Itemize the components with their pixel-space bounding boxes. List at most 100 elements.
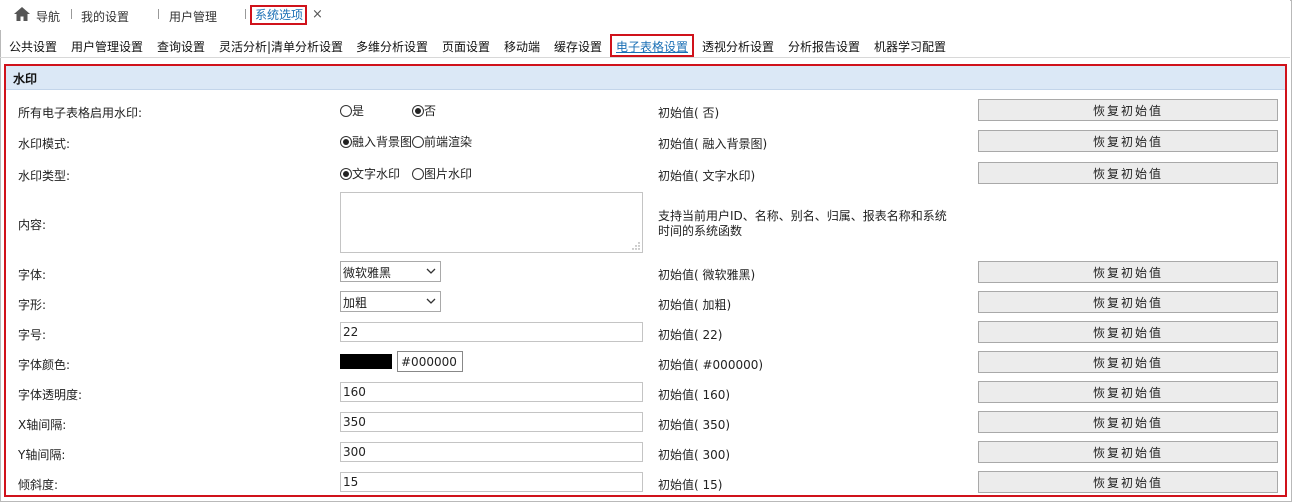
top-navigation-bar: 导航 我的设置 用户管理 系统选项 × [0,0,1290,30]
radio-dot-selected [412,105,424,117]
reset-button[interactable]: 恢复初始值 [978,441,1278,463]
row-font-size: 字号: 初始值( 22) 恢复初始值 [6,319,1285,349]
watermark-panel: 水印 所有电子表格启用水印: 是 否 初始值( 否) 恢复初始值 水印模式: 融… [4,64,1287,497]
label-content: 内容: [18,218,47,232]
chevron-down-icon [426,268,436,274]
chevron-down-icon [426,298,436,304]
radio-text-label: 文字水印 [352,167,401,181]
label-enable-watermark: 所有电子表格启用水印: [18,106,143,120]
font-style-select-value: 加粗 [343,296,368,310]
radio-image-watermark[interactable]: 图片水印 [412,165,472,181]
initial-value-text: 初始值( 否) [658,106,720,120]
initial-value-text: 初始值( #000000) [658,358,764,372]
label-font: 字体: [18,268,47,282]
reset-button[interactable]: 恢复初始值 [978,411,1278,433]
separator [158,9,159,19]
radio-dot [412,168,424,180]
radio-image-label: 图片水印 [424,167,473,181]
color-swatch[interactable] [340,354,392,369]
label-x-interval: X轴间隔: [18,418,67,432]
initial-value-text: 初始值( 15) [658,478,723,492]
separator [245,9,246,19]
reset-button[interactable]: 恢复初始值 [978,99,1278,121]
label-tilt: 倾斜度: [18,478,59,492]
initial-value-text: 初始值( 融入背景图) [658,137,768,151]
radio-yes-label: 是 [352,104,365,118]
label-watermark-mode: 水印模式: [18,137,71,151]
radio-blend-label: 融入背景图 [352,135,413,149]
reset-button[interactable]: 恢复初始值 [978,261,1278,283]
font-opacity-input[interactable] [340,382,643,402]
row-font: 字体: 微软雅黑 初始值( 微软雅黑) 恢复初始值 [6,259,1285,289]
y-interval-input[interactable] [340,442,643,462]
row-enable-watermark: 所有电子表格启用水印: 是 否 初始值( 否) 恢复初始值 [6,97,1285,127]
radio-dot [340,105,352,117]
font-select[interactable]: 微软雅黑 [340,261,441,282]
radio-yes[interactable]: 是 [340,102,364,118]
row-tilt: 倾斜度: 初始值( 15) 恢复初始值 [6,469,1285,499]
radio-dot [412,136,424,148]
content-hint-text: 支持当前用户ID、名称、别名、归属、报表名称和系统时间的系统函数 [658,209,947,238]
x-interval-input[interactable] [340,412,643,432]
label-watermark-type: 水印类型: [18,169,71,183]
reset-button[interactable]: 恢复初始值 [978,162,1278,184]
reset-button[interactable]: 恢复初始值 [978,471,1278,493]
tab-olap-settings[interactable]: 多维分析设置 [356,38,428,55]
radio-blend-background[interactable]: 融入背景图 [340,133,412,149]
home-icon[interactable] [14,7,30,21]
tab-page-settings[interactable]: 页面设置 [442,38,490,55]
panel-header: 水印 [6,66,1285,90]
row-watermark-mode: 水印模式: 融入背景图 前端渲染 初始值( 融入背景图) 恢复初始值 [6,128,1285,158]
font-select-value: 微软雅黑 [343,266,392,280]
radio-no-label: 否 [424,104,437,118]
tab-system-options[interactable]: 系统选项 [250,5,307,25]
separator [71,9,72,19]
color-hex-input[interactable] [397,351,463,372]
initial-value-text: 初始值( 文字水印) [658,169,756,183]
label-y-interval: Y轴间隔: [18,448,66,462]
tab-adhoc-list-settings[interactable]: 灵活分析|清单分析设置 [219,38,343,55]
row-font-color: 字体颜色: 初始值( #000000) 恢复初始值 [6,349,1285,379]
initial-value-text: 初始值( 350) [658,418,731,432]
label-font-color: 字体颜色: [18,358,71,372]
tab-public-settings[interactable]: 公共设置 [9,38,57,55]
tab-ml-config[interactable]: 机器学习配置 [874,38,946,55]
label-font-opacity: 字体透明度: [18,388,83,402]
settings-category-tabs: 公共设置 用户管理设置 查询设置 灵活分析|清单分析设置 多维分析设置 页面设置… [0,34,1290,58]
tab-spreadsheet-settings[interactable]: 电子表格设置 [616,38,688,55]
row-font-opacity: 字体透明度: 初始值( 160) 恢复初始值 [6,379,1285,409]
row-x-interval: X轴间隔: 初始值( 350) 恢复初始值 [6,409,1285,439]
resize-grip-icon[interactable] [632,242,640,250]
initial-value-text: 初始值( 加粗) [658,298,732,312]
radio-text-watermark[interactable]: 文字水印 [340,165,400,181]
initial-value-text: 初始值( 160) [658,388,731,402]
radio-frontend-render[interactable]: 前端渲染 [412,133,472,149]
tab-mobile[interactable]: 移动端 [504,38,540,55]
nav-home-link[interactable]: 导航 [36,8,60,25]
tab-my-settings[interactable]: 我的设置 [81,8,129,25]
initial-value-text: 初始值( 微软雅黑) [658,268,756,282]
reset-button[interactable]: 恢复初始值 [978,130,1278,152]
reset-button[interactable]: 恢复初始值 [978,321,1278,343]
content-textarea[interactable] [340,192,643,253]
radio-frontend-label: 前端渲染 [424,135,473,149]
panel-title: 水印 [13,72,38,86]
row-y-interval: Y轴间隔: 初始值( 300) 恢复初始值 [6,439,1285,469]
tab-cache-settings[interactable]: 缓存设置 [554,38,602,55]
close-tab-icon[interactable]: × [312,8,323,21]
radio-dot-selected [340,168,352,180]
reset-button[interactable]: 恢复初始值 [978,351,1278,373]
tab-user-management[interactable]: 用户管理 [169,8,217,25]
tab-report-settings[interactable]: 分析报告设置 [788,38,860,55]
reset-button[interactable]: 恢复初始值 [978,381,1278,403]
tab-user-mgmt-settings[interactable]: 用户管理设置 [71,38,143,55]
tilt-input[interactable] [340,472,643,492]
font-size-input[interactable] [340,322,643,342]
reset-button[interactable]: 恢复初始值 [978,291,1278,313]
initial-value-text: 初始值( 22) [658,328,723,342]
tab-query-settings[interactable]: 查询设置 [157,38,205,55]
font-style-select[interactable]: 加粗 [340,291,441,312]
radio-dot-selected [340,136,352,148]
tab-pivot-settings[interactable]: 透视分析设置 [702,38,774,55]
radio-no[interactable]: 否 [412,102,436,118]
